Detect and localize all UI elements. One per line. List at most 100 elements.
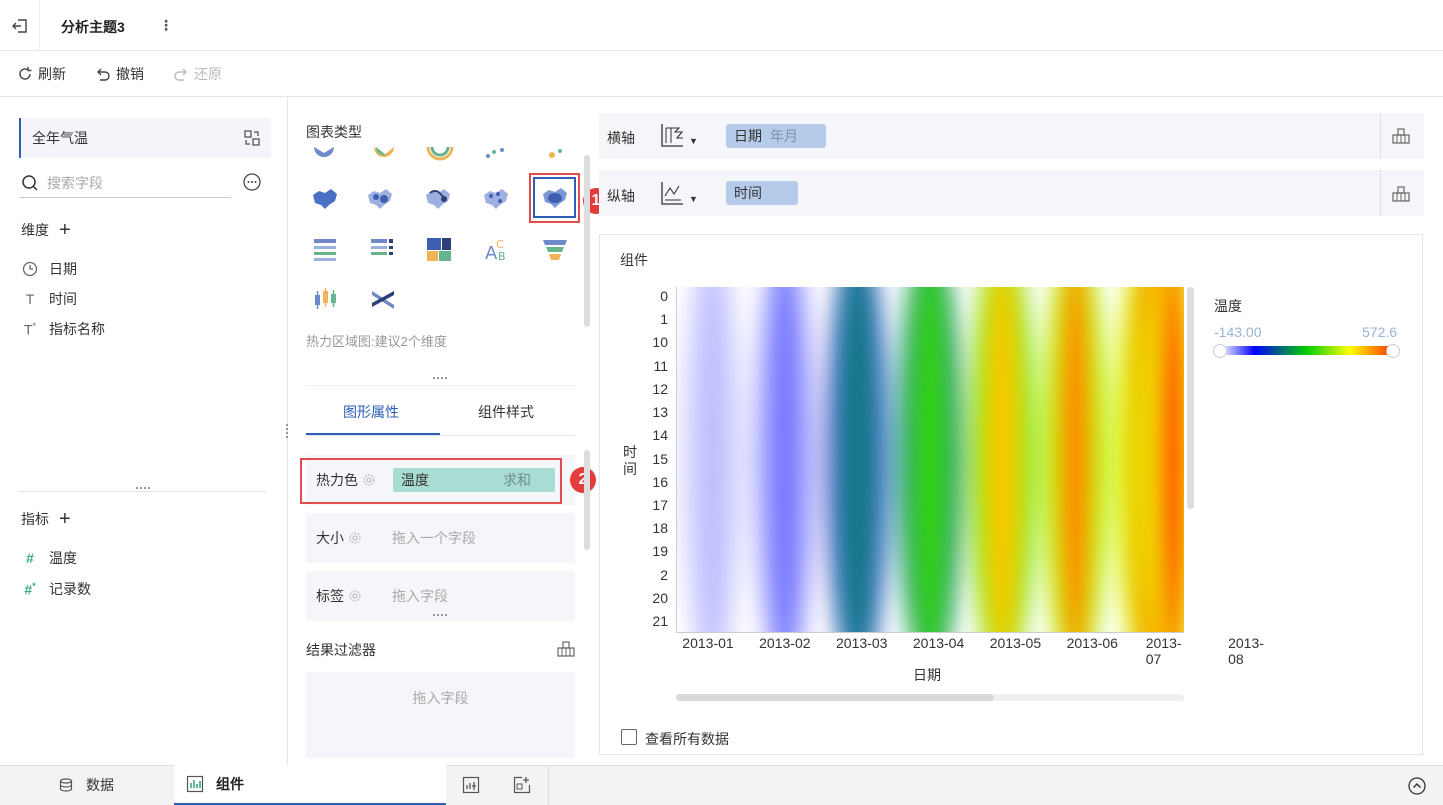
text-type-icon: T — [25, 291, 35, 307]
search-icon — [22, 174, 38, 191]
props-scrollbar[interactable] — [584, 450, 590, 550]
x-axis-field-pill[interactable]: 日期 年月 — [726, 124, 826, 148]
y-axis-field-pill[interactable]: 时间 — [726, 181, 798, 205]
collapse-up-icon[interactable] — [1407, 776, 1427, 796]
add-dimension-icon[interactable]: + — [59, 220, 71, 240]
y-tick-label: 21 — [652, 613, 668, 629]
flow-map-icon[interactable] — [424, 185, 452, 213]
tab-data[interactable]: 数据 — [58, 765, 114, 805]
y-axis-title: 时间 — [623, 444, 637, 477]
show-all-data-checkbox[interactable] — [621, 729, 637, 745]
x-axis-sort-dropdown[interactable]: ▼ — [659, 122, 698, 148]
add-dashboard-icon[interactable] — [513, 776, 531, 794]
chart-vertical-scrollbar[interactable] — [1187, 287, 1194, 509]
size-placeholder: 拖入一个字段 — [392, 530, 476, 546]
x-axis-line — [676, 632, 1184, 633]
caret-down-icon: ▼ — [689, 136, 698, 146]
text-calc-type-icon: T* — [23, 320, 37, 338]
measure-item-temperature[interactable]: # 温度 — [21, 548, 77, 568]
result-filter-title: 结果过滤器 — [306, 642, 376, 658]
point-map-icon[interactable] — [482, 185, 510, 213]
gear-icon[interactable] — [348, 589, 362, 603]
sankey-chart-icon[interactable] — [369, 285, 397, 313]
redo-label: 还原 — [194, 66, 222, 82]
x-tick-label: 2013-01 — [682, 635, 734, 651]
heat-column-core — [1059, 287, 1092, 632]
undo-button[interactable]: 撤销 — [95, 64, 144, 84]
panel-resize-handle[interactable] — [284, 424, 290, 438]
tab-graphic-properties[interactable]: 图形属性 — [343, 402, 399, 422]
grouped-table-icon[interactable] — [368, 235, 396, 263]
dimension-item-time[interactable]: T 时间 — [21, 289, 77, 309]
funnel-chart-icon[interactable] — [541, 235, 569, 263]
size-row[interactable]: 大小 拖入一个字段 — [306, 513, 575, 563]
x-axis-label: 横轴 — [607, 130, 635, 146]
heat-column-core — [841, 287, 874, 632]
divider — [548, 766, 549, 805]
y-tick-label: 16 — [652, 473, 668, 490]
caret-down-icon: ▼ — [689, 194, 698, 204]
refresh-icon — [19, 67, 32, 80]
map-chart-icon[interactable] — [311, 185, 339, 213]
y-tick-label: 19 — [652, 543, 668, 560]
y-axis-label: 纵轴 — [607, 188, 635, 204]
y-axis-sort-dropdown[interactable]: ▼ — [659, 180, 698, 206]
chart-type-label: 图表类型 — [306, 124, 362, 140]
candlestick-chart-icon[interactable] — [311, 285, 339, 313]
legend-max-handle[interactable] — [1386, 344, 1400, 358]
legend-color-bar — [1220, 346, 1393, 355]
y-axis-settings-icon[interactable] — [1391, 185, 1411, 203]
refresh-label: 刷新 — [38, 66, 66, 82]
chart-scroll-thumb[interactable] — [676, 694, 994, 701]
x-tick-label: 2013-06 — [1066, 635, 1118, 651]
y-tick-label: 13 — [652, 404, 668, 421]
heat-column-core — [696, 287, 729, 632]
search-placeholder: 搜索字段 — [47, 174, 103, 191]
resize-handle[interactable] — [430, 375, 450, 381]
resize-handle[interactable] — [133, 485, 153, 491]
dataset-selector[interactable]: 全年气温 — [19, 118, 271, 158]
refresh-button[interactable]: 刷新 — [17, 64, 66, 84]
dimension-item-date[interactable]: 日期 — [21, 259, 77, 279]
detail-table-icon[interactable] — [311, 235, 339, 263]
wordcloud-chart-icon[interactable]: ACB — [483, 235, 511, 263]
add-measure-icon[interactable]: + — [59, 509, 71, 529]
add-component-icon[interactable] — [462, 776, 480, 794]
gear-icon[interactable] — [348, 531, 362, 545]
tab-component[interactable]: 组件 — [174, 765, 446, 805]
redo-button[interactable]: 还原 — [173, 64, 222, 84]
heat-column-core — [914, 287, 946, 632]
legend-min-handle[interactable] — [1213, 344, 1227, 358]
y-tick-label: 11 — [653, 357, 668, 374]
measures-header: 指标 + — [21, 509, 71, 529]
bubble-map-icon[interactable] — [366, 185, 394, 213]
filter-settings-icon[interactable] — [556, 640, 576, 658]
resize-handle[interactable] — [430, 612, 450, 618]
undo-label: 撤销 — [116, 66, 144, 82]
tab-component-style[interactable]: 组件样式 — [478, 402, 534, 422]
x-axis-settings-icon[interactable] — [1391, 127, 1411, 145]
y-tick-label: 18 — [652, 520, 668, 537]
field-search-input[interactable]: 搜索字段 — [19, 168, 231, 198]
exit-icon[interactable] — [0, 0, 40, 51]
heatmap-plot[interactable] — [676, 287, 1184, 632]
y-tick-label: 10 — [652, 334, 668, 351]
more-vertical-icon[interactable]: ⋮ — [158, 16, 174, 34]
measure-label: 记录数 — [49, 581, 91, 597]
axis-sort-icon — [661, 182, 683, 205]
heat-column-core — [986, 287, 1019, 632]
dimension-item-metric-name[interactable]: T* 指标名称 — [21, 319, 105, 339]
y-field-name: 时间 — [734, 185, 762, 201]
switch-dataset-icon[interactable] — [242, 128, 262, 148]
chart-type-scrollbar[interactable] — [584, 155, 590, 327]
size-label: 大小 — [316, 530, 344, 546]
database-icon — [59, 778, 73, 792]
measure-item-record-count[interactable]: #* 记录数 — [21, 579, 91, 599]
y-axis-line — [676, 287, 677, 632]
divider — [19, 491, 267, 492]
filter-drop-zone[interactable]: 拖入字段 — [306, 672, 575, 758]
more-options-icon[interactable] — [242, 172, 262, 192]
clock-icon — [22, 261, 38, 277]
treemap-chart-icon[interactable] — [425, 235, 453, 263]
x-tick-label: 2013-04 — [912, 635, 965, 651]
